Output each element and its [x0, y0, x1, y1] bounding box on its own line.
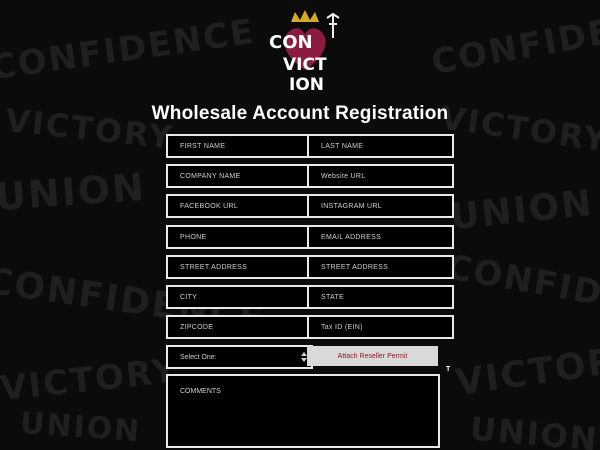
bg-word: CONFIDENCE — [428, 0, 600, 83]
bg-word: VICTORY — [0, 350, 181, 410]
instagram-url-input[interactable]: INSTAGRAM URL — [307, 194, 454, 218]
bg-word: UNION — [0, 164, 148, 220]
facebook-url-input[interactable]: FACEBOOK URL — [166, 194, 313, 218]
page-title: Wholesale Account Registration — [151, 103, 449, 124]
trident-icon — [326, 12, 340, 38]
email-input[interactable]: EMAIL ADDRESS — [307, 225, 454, 249]
last-name-input[interactable]: LAST NAME — [307, 134, 454, 158]
street-address-2-input[interactable]: STREET ADDRESS — [307, 255, 454, 279]
street-address-input[interactable]: STREET ADDRESS — [166, 255, 313, 279]
tax-id-input[interactable]: Tax ID (EIN) — [307, 315, 454, 339]
side-text: T — [446, 366, 451, 373]
first-name-input[interactable]: FIRST NAME — [166, 134, 313, 158]
business-type-select[interactable]: Select One: — [166, 345, 313, 369]
bg-word: CONFIDENCE — [0, 11, 258, 89]
bg-word: UNION — [448, 182, 596, 239]
bg-word: VICTORY — [453, 337, 600, 404]
website-url-input[interactable]: Website URL — [307, 164, 454, 188]
phone-input[interactable]: PHONE — [166, 225, 313, 249]
brand-logo[interactable]: CON VICT ION — [265, 8, 345, 95]
state-input[interactable]: STATE — [307, 285, 454, 309]
bg-word: UNION — [468, 409, 600, 450]
select-value: Select One: — [180, 353, 217, 361]
city-input[interactable]: CITY — [166, 285, 313, 309]
logo-line3: ION — [289, 75, 324, 92]
logo-line1: CON — [269, 32, 313, 53]
logo-graphic: CON VICT ION — [269, 10, 340, 95]
comments-textarea[interactable]: COMMENTS — [166, 374, 440, 448]
attach-reseller-permit-button[interactable]: Attach Reseller Permit — [307, 346, 438, 366]
zipcode-input[interactable]: ZIPCODE — [166, 315, 313, 339]
crown-icon — [291, 10, 319, 22]
company-name-input[interactable]: COMPANY NAME — [166, 164, 313, 188]
bg-word: CONFIDENCE — [443, 247, 600, 333]
logo-line2: VICT — [283, 55, 327, 75]
bg-word: UNION — [18, 405, 143, 450]
